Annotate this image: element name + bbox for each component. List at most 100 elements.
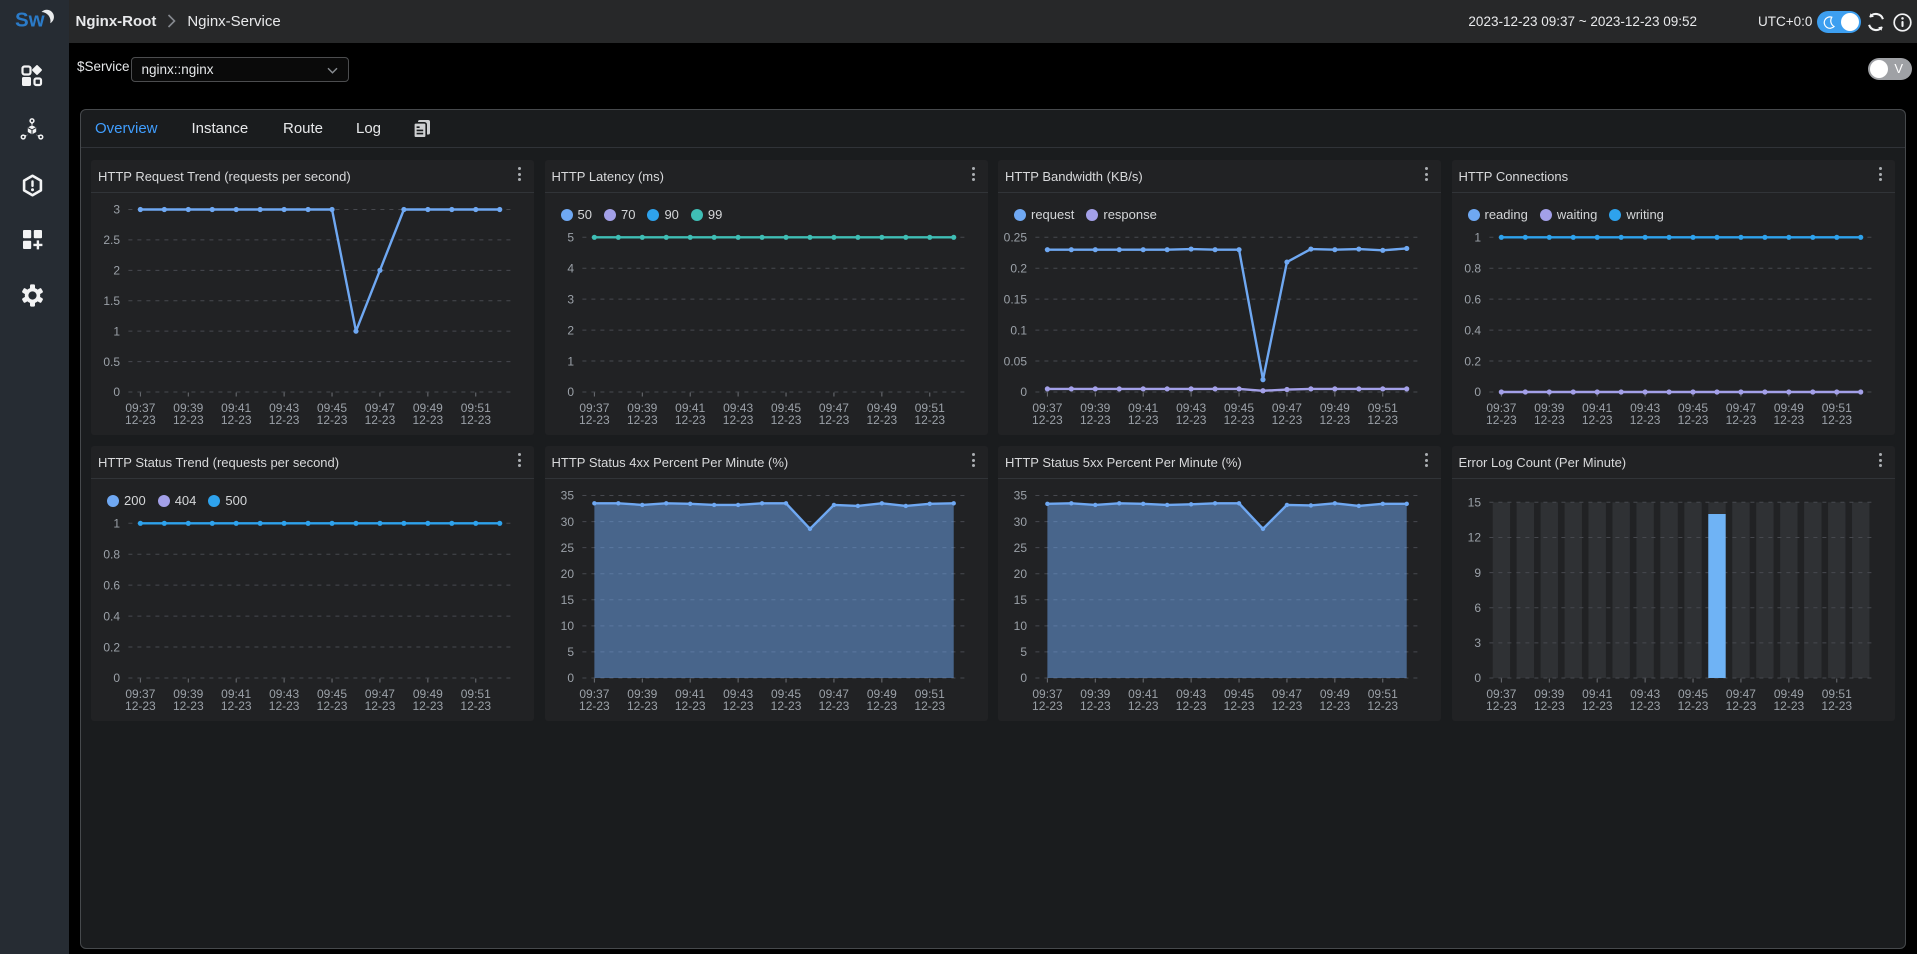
svg-text:0.8: 0.8	[1464, 261, 1481, 275]
svg-text:1.5: 1.5	[103, 294, 120, 308]
svg-text:12-23: 12-23	[173, 413, 204, 427]
svg-text:25: 25	[1014, 541, 1028, 555]
svg-text:12-23: 12-23	[1367, 699, 1398, 713]
svg-text:12-23: 12-23	[460, 413, 491, 427]
svg-text:12-23: 12-23	[1725, 413, 1756, 427]
svg-text:0: 0	[1020, 671, 1027, 685]
svg-text:12-23: 12-23	[1581, 699, 1612, 713]
svg-text:5: 5	[567, 231, 574, 245]
svg-text:12-23: 12-23	[317, 413, 348, 427]
svg-text:5: 5	[1020, 645, 1027, 659]
svg-text:30: 30	[560, 515, 574, 529]
svg-text:12-23: 12-23	[1533, 413, 1564, 427]
svg-text:0: 0	[1474, 385, 1481, 399]
svg-text:12-23: 12-23	[579, 413, 610, 427]
svg-text:12-23: 12-23	[1032, 699, 1063, 713]
svg-text:12-23: 12-23	[460, 699, 491, 713]
svg-text:12-23: 12-23	[674, 699, 705, 713]
svg-text:12-23: 12-23	[1486, 699, 1517, 713]
svg-text:12-23: 12-23	[1629, 699, 1660, 713]
svg-text:12-23: 12-23	[770, 413, 801, 427]
svg-text:1: 1	[1474, 231, 1481, 245]
svg-text:0.25: 0.25	[1004, 231, 1028, 245]
svg-text:12-23: 12-23	[412, 413, 443, 427]
svg-text:3: 3	[113, 203, 120, 217]
svg-text:3: 3	[567, 292, 574, 306]
svg-text:12-23: 12-23	[1319, 699, 1350, 713]
svg-text:12-23: 12-23	[770, 699, 801, 713]
svg-text:12-23: 12-23	[1581, 413, 1612, 427]
svg-text:0.2: 0.2	[1010, 261, 1027, 275]
svg-text:12-23: 12-23	[1176, 699, 1207, 713]
svg-text:12-23: 12-23	[866, 413, 897, 427]
svg-text:35: 35	[1014, 489, 1028, 503]
svg-text:1: 1	[113, 517, 120, 531]
svg-text:12-23: 12-23	[1773, 699, 1804, 713]
svg-text:35: 35	[560, 489, 574, 503]
svg-text:20: 20	[1014, 567, 1028, 581]
svg-text:2.5: 2.5	[103, 233, 120, 247]
svg-text:12-23: 12-23	[626, 699, 657, 713]
svg-text:6: 6	[1474, 601, 1481, 615]
svg-text:0.4: 0.4	[103, 609, 120, 623]
svg-text:12-23: 12-23	[914, 413, 945, 427]
svg-text:12-23: 12-23	[1272, 413, 1303, 427]
svg-text:0.5: 0.5	[103, 355, 120, 369]
svg-text:12-23: 12-23	[914, 699, 945, 713]
svg-text:12-23: 12-23	[221, 413, 252, 427]
svg-text:0.2: 0.2	[103, 640, 120, 654]
svg-text:Sw: Sw	[15, 9, 45, 32]
svg-text:0: 0	[113, 385, 120, 399]
svg-text:12-23: 12-23	[626, 413, 657, 427]
svg-text:0: 0	[1474, 671, 1481, 685]
svg-text:12-23: 12-23	[1821, 413, 1852, 427]
svg-text:12-23: 12-23	[1128, 699, 1159, 713]
svg-text:12-23: 12-23	[412, 699, 443, 713]
svg-text:12-23: 12-23	[1224, 699, 1255, 713]
svg-text:12-23: 12-23	[1319, 413, 1350, 427]
svg-text:12-23: 12-23	[722, 413, 753, 427]
svg-text:3: 3	[1474, 636, 1481, 650]
svg-text:12-23: 12-23	[1533, 699, 1564, 713]
svg-text:4: 4	[567, 261, 574, 275]
svg-text:12-23: 12-23	[818, 413, 849, 427]
svg-text:25: 25	[560, 541, 574, 555]
svg-text:12-23: 12-23	[1629, 413, 1660, 427]
svg-text:12-23: 12-23	[317, 699, 348, 713]
svg-text:12-23: 12-23	[269, 699, 300, 713]
svg-text:0: 0	[567, 385, 574, 399]
svg-text:15: 15	[1467, 496, 1481, 510]
svg-text:12: 12	[1467, 531, 1481, 545]
svg-text:12-23: 12-23	[1080, 413, 1111, 427]
svg-text:0.2: 0.2	[1464, 354, 1481, 368]
svg-text:1: 1	[567, 354, 574, 368]
svg-text:12-23: 12-23	[1224, 413, 1255, 427]
svg-text:2: 2	[567, 323, 574, 337]
svg-text:12-23: 12-23	[269, 413, 300, 427]
svg-text:10: 10	[560, 619, 574, 633]
svg-text:12-23: 12-23	[1367, 413, 1398, 427]
svg-text:0.1: 0.1	[1010, 323, 1027, 337]
svg-text:0.6: 0.6	[103, 578, 120, 592]
svg-text:12-23: 12-23	[173, 699, 204, 713]
svg-text:12-23: 12-23	[866, 699, 897, 713]
svg-text:12-23: 12-23	[221, 699, 252, 713]
svg-text:12-23: 12-23	[125, 413, 156, 427]
svg-text:0.4: 0.4	[1464, 323, 1481, 337]
svg-text:12-23: 12-23	[1677, 413, 1708, 427]
svg-text:0: 0	[567, 671, 574, 685]
svg-text:12-23: 12-23	[1272, 699, 1303, 713]
svg-text:0: 0	[113, 671, 120, 685]
svg-text:12-23: 12-23	[722, 699, 753, 713]
svg-text:30: 30	[1014, 515, 1028, 529]
svg-text:12-23: 12-23	[365, 699, 396, 713]
svg-text:12-23: 12-23	[818, 699, 849, 713]
svg-text:12-23: 12-23	[1176, 413, 1207, 427]
svg-text:15: 15	[1014, 593, 1028, 607]
svg-text:9: 9	[1474, 566, 1481, 580]
svg-text:0: 0	[1020, 385, 1027, 399]
svg-text:12-23: 12-23	[1128, 413, 1159, 427]
svg-text:12-23: 12-23	[1725, 699, 1756, 713]
svg-text:12-23: 12-23	[1032, 413, 1063, 427]
svg-text:12-23: 12-23	[674, 413, 705, 427]
